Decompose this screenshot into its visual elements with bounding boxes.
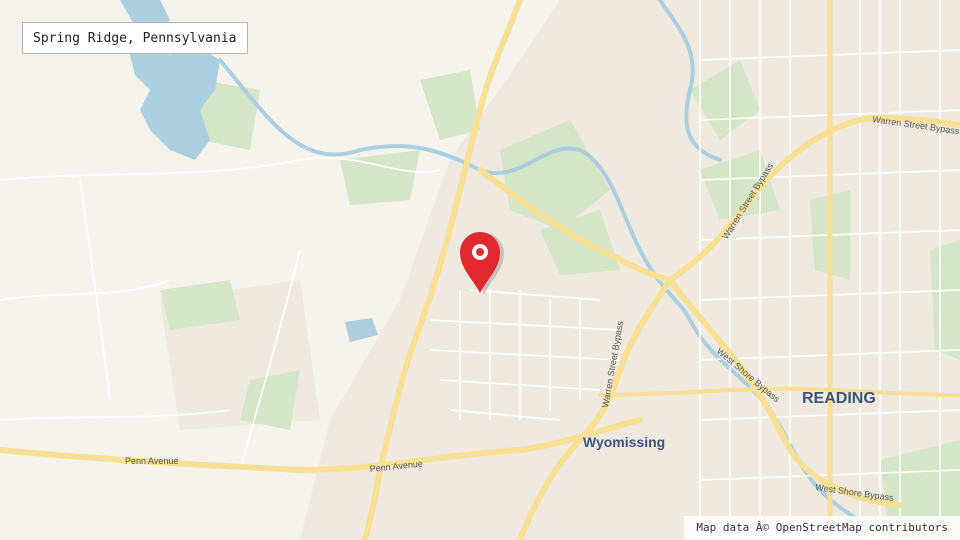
map-attribution[interactable]: Map data Â© OpenStreetMap contributors bbox=[684, 516, 960, 540]
map-canvas[interactable]: Penn Avenue Penn Avenue Warren Street By… bbox=[0, 0, 960, 540]
road-label-penn-avenue-west: Penn Avenue bbox=[125, 456, 178, 466]
map-view[interactable]: Penn Avenue Penn Avenue Warren Street By… bbox=[0, 0, 960, 540]
place-label-reading: READING bbox=[802, 390, 876, 407]
place-label-wyomissing: Wyomissing bbox=[583, 434, 665, 450]
location-label: Spring Ridge, Pennsylvania bbox=[22, 22, 248, 54]
